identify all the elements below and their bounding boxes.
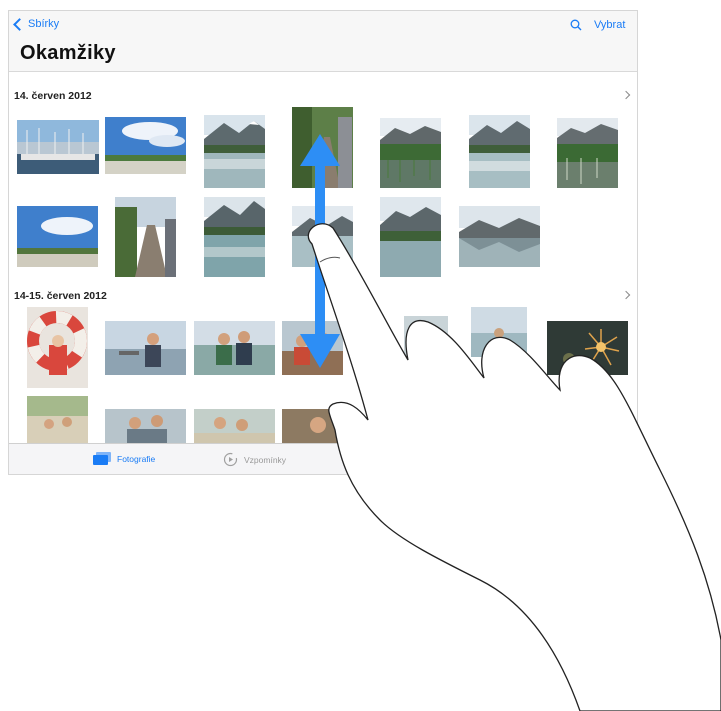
photo-thumbnail-mountain-water[interactable] (380, 197, 441, 277)
photo-thumbnail-lake-reflection[interactable] (459, 206, 540, 267)
memories-icon (223, 452, 238, 467)
photo-thumbnail-family-group[interactable] (105, 409, 186, 443)
photo-thumbnail-railway[interactable] (115, 197, 176, 277)
photo-thumbnail-sky-clouds[interactable] (17, 206, 98, 267)
photos-icon (93, 452, 111, 465)
photos-app-screen: Sbírky Okamžiky Vybrat 14. červen 2012 1… (8, 10, 638, 475)
tab-label: Vzpomínky (244, 454, 287, 465)
photo-thumbnail-kids-hammock[interactable] (194, 409, 275, 443)
section-date-header: 14. červen 2012 (14, 90, 92, 102)
tab-label: Fotografie (117, 453, 156, 464)
photo-thumbnail-lifebuoy[interactable] (27, 307, 88, 388)
photo-thumbnail-boy-lifejacket[interactable] (105, 321, 186, 375)
photo-thumbnail-mountain-marsh[interactable] (380, 118, 441, 188)
photo-thumbnail-mountain-reflection[interactable] (292, 206, 353, 267)
section-date-header: 14-15. červen 2012 (14, 290, 107, 302)
tab-bar: Fotografie Vzpomínky (9, 443, 637, 474)
photo-thumbnail-kids-boat[interactable] (194, 321, 275, 375)
back-label: Sbírky (28, 18, 60, 30)
photo-thumbnail-sea-anemone[interactable] (547, 321, 628, 375)
page-title: Okamžiky (20, 42, 116, 64)
photo-thumbnail-portrait[interactable] (282, 409, 343, 443)
photo-thumbnail-railway-forest[interactable] (292, 107, 353, 188)
search-icon[interactable] (570, 19, 582, 31)
tab-memories[interactable]: Vzpomínky (223, 452, 286, 467)
photo-thumbnail-family-boat[interactable] (282, 321, 343, 375)
chevron-right-icon[interactable] (621, 290, 631, 300)
tab-photos[interactable]: Fotografie (93, 452, 155, 465)
photo-thumbnail-ice-landscape[interactable] (471, 307, 527, 357)
photo-thumbnail-hammock-kids[interactable] (27, 396, 88, 443)
photo-thumbnail-child[interactable] (404, 316, 448, 372)
photo-thumbnail-mountain-lake[interactable] (204, 115, 265, 188)
photo-thumbnail-glacier-lake[interactable] (204, 197, 265, 277)
chevron-right-icon[interactable] (621, 90, 631, 100)
chevron-left-icon (13, 17, 26, 31)
photo-thumbnail-marina[interactable] (17, 120, 99, 174)
photo-thumbnail-mountain-reeds[interactable] (557, 118, 618, 188)
navigation-bar: Sbírky Okamžiky Vybrat (9, 11, 637, 72)
photo-thumbnail-mountain-lake-2[interactable] (469, 115, 530, 188)
back-button[interactable]: Sbírky (13, 17, 60, 31)
photo-thumbnail-sky-lake[interactable] (105, 117, 186, 174)
select-button[interactable]: Vybrat (594, 19, 625, 31)
